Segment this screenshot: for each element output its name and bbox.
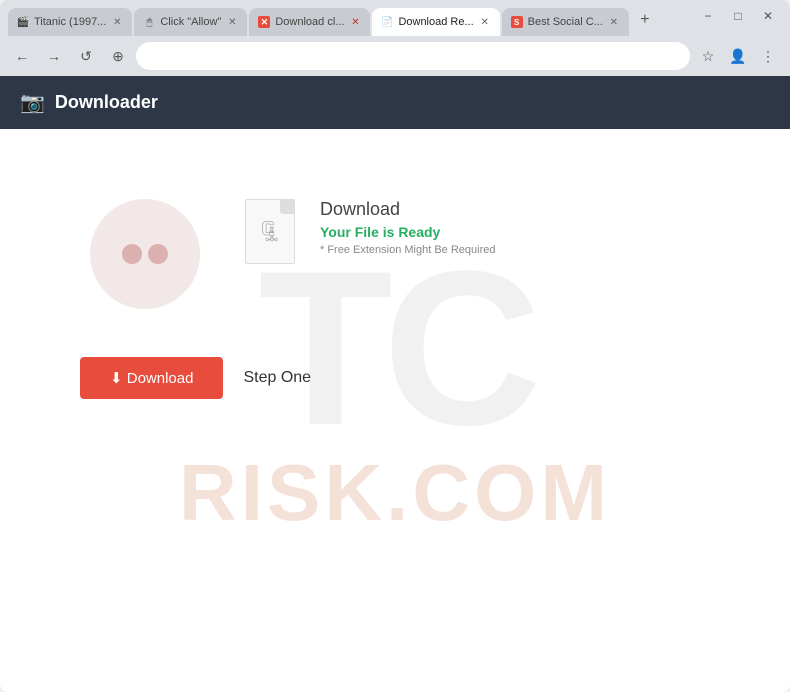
new-tab-button[interactable]: + (631, 6, 659, 34)
maximize-button[interactable]: □ (724, 6, 752, 26)
nav-actions: ☆ 👤 ⋮ (694, 42, 782, 70)
tab-download-active[interactable]: 📄 Download Re... ✕ (372, 8, 499, 36)
downloader-camera-icon: 📷 (20, 90, 45, 115)
downloader-title: Downloader (55, 92, 158, 113)
step-one-label: Step One (243, 369, 311, 387)
profile-button[interactable]: 👤 (724, 42, 752, 70)
tab-click-favicon: 🖱 (142, 15, 156, 29)
tab-click-allow[interactable]: 🖱 Click "Allow" ✕ (134, 8, 247, 36)
tab-click-label: Click "Allow" (160, 16, 221, 28)
bookmark-button[interactable]: ☆ (694, 42, 722, 70)
tab-social[interactable]: S Best Social C... ✕ (502, 8, 629, 36)
download-info: Download Your File is Ready * Free Exten… (320, 199, 495, 256)
magnifier-circle (90, 199, 200, 309)
download-note: * Free Extension Might Be Required (320, 244, 495, 256)
magnifier-dot-1 (122, 244, 142, 264)
tab-download-x-favicon: ✕ (257, 15, 271, 29)
close-button[interactable]: ✕ (754, 6, 782, 26)
tab-titanic-label: Titanic (1997... (34, 16, 106, 28)
browser-window: 🎬 Titanic (1997... ✕ 🖱 Click "Allow" ✕ ✕… (0, 0, 790, 692)
card-row: 🗜 Download Your File is Ready * Free Ext… (80, 189, 495, 329)
download-button[interactable]: ⬇ Download (80, 357, 223, 399)
tab-click-close[interactable]: ✕ (225, 15, 239, 29)
minimize-button[interactable]: − (694, 6, 722, 26)
download-subtitle: Your File is Ready (320, 224, 495, 240)
tab-download-active-favicon: 📄 (380, 15, 394, 29)
tab-download-x[interactable]: ✕ Download cl... ✕ (249, 8, 370, 36)
tab-titanic[interactable]: 🎬 Titanic (1997... ✕ (8, 8, 132, 36)
download-title: Download (320, 199, 495, 220)
tab-download-x-close[interactable]: ✕ (348, 15, 362, 29)
site-info-button[interactable]: ⊕ (104, 42, 132, 70)
magnifier-dots (122, 244, 168, 264)
reload-button[interactable]: ↺ (72, 42, 100, 70)
file-icon-area: 🗜 (240, 199, 300, 264)
tab-download-active-close[interactable]: ✕ (478, 15, 492, 29)
forward-button[interactable]: → (40, 42, 68, 70)
title-bar: 🎬 Titanic (1997... ✕ 🖱 Click "Allow" ✕ ✕… (0, 0, 790, 36)
tab-download-active-label: Download Re... (398, 16, 473, 28)
buttons-row: ⬇ Download Step One (80, 357, 311, 399)
back-button[interactable]: ← (8, 42, 36, 70)
magnifier-dot-2 (148, 244, 168, 264)
magnifier-area (80, 189, 220, 329)
page-content: 📷 Downloader TC RISK.COM (0, 76, 790, 692)
tab-social-close[interactable]: ✕ (607, 15, 621, 29)
window-controls: − □ ✕ (694, 6, 782, 26)
watermark-risk: RISK.COM (179, 447, 611, 539)
download-card: 🗜 Download Your File is Ready * Free Ext… (80, 189, 495, 399)
tab-social-favicon: S (510, 15, 524, 29)
nav-bar: ← → ↺ ⊕ ☆ 👤 ⋮ (0, 36, 790, 76)
tab-titanic-favicon: 🎬 (16, 15, 30, 29)
tab-social-label: Best Social C... (528, 16, 603, 28)
main-content: TC RISK.COM (0, 129, 790, 629)
menu-button[interactable]: ⋮ (754, 42, 782, 70)
downloader-header: 📷 Downloader (0, 76, 790, 129)
tab-titanic-close[interactable]: ✕ (110, 15, 124, 29)
address-bar[interactable] (136, 42, 690, 70)
tab-download-x-label: Download cl... (275, 16, 344, 28)
zip-icon: 🗜 (257, 219, 282, 244)
file-icon: 🗜 (245, 199, 295, 264)
